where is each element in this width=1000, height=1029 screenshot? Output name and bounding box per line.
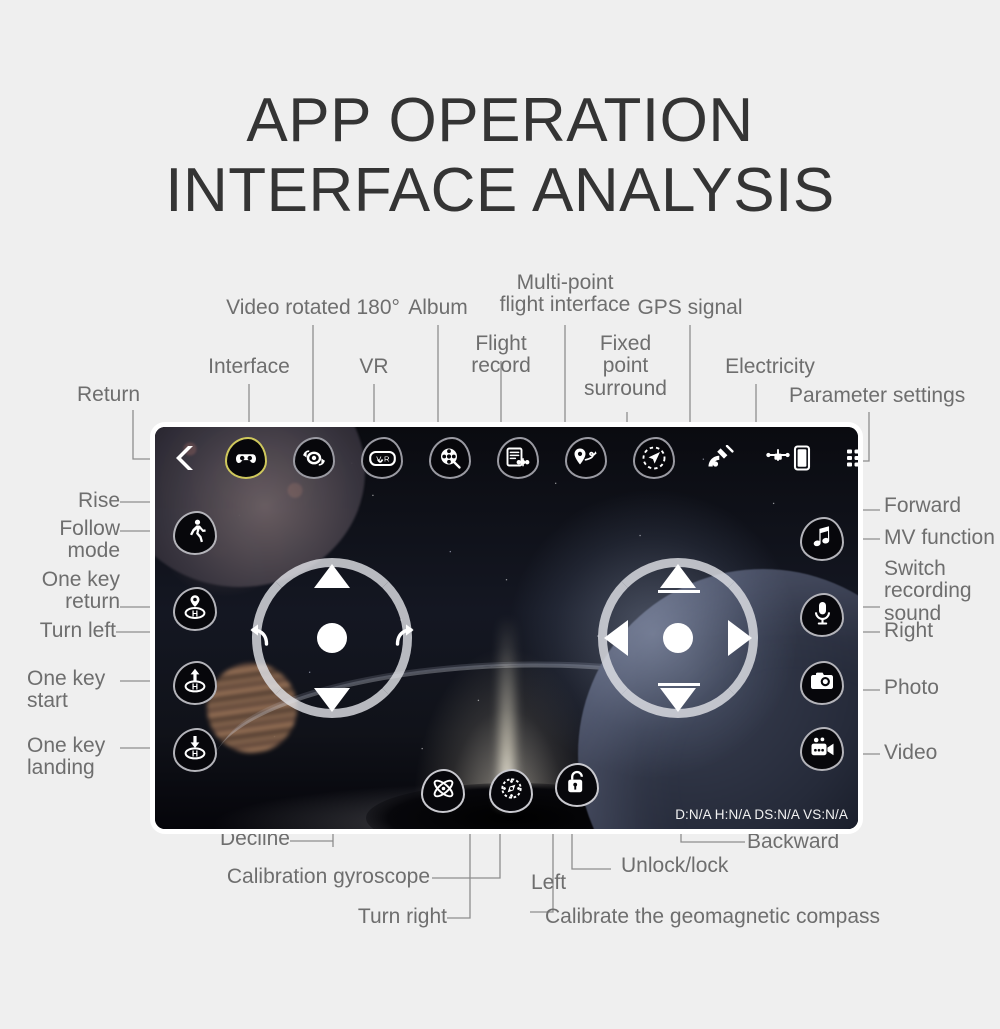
right-joystick[interactable] [598, 558, 758, 718]
label-right: Right [884, 619, 934, 642]
gamepad-icon [225, 437, 267, 479]
waypoint-path-icon [565, 437, 607, 479]
svg-text:H: H [192, 608, 198, 618]
label-parameter-settings: Parameter settings [789, 384, 966, 407]
takeoff-home-icon: H [184, 668, 206, 698]
backward-overline [658, 683, 700, 686]
microphone-icon [813, 601, 832, 630]
svg-text:H: H [192, 682, 198, 692]
button-follow-mode[interactable] [173, 511, 217, 555]
camera-icon [810, 671, 834, 696]
label-turn-right: Turn right [357, 905, 447, 928]
label-electricity: Electricity [725, 355, 815, 378]
poster-root: APP OPERATION INTERFACE ANALYSIS Return … [0, 0, 1000, 1029]
label-one-key-return: One key return [41, 568, 120, 614]
list-settings-icon [841, 439, 858, 477]
label-rise: Rise [77, 489, 120, 512]
label-geomagnetic-compass: Calibrate the geomagnetic compass [545, 905, 881, 928]
svg-text:R: R [384, 454, 390, 463]
turn-left-button[interactable] [240, 619, 274, 653]
vr-goggles-icon: V R [361, 437, 403, 479]
toolbar-item-vr[interactable]: V R [361, 437, 403, 479]
orbit-surround-icon [633, 437, 675, 479]
toolbar-item-parameters[interactable] [841, 439, 858, 477]
label-interface: Interface [208, 355, 290, 378]
label-flight-record: Flight record [471, 332, 531, 378]
film-search-icon [429, 437, 471, 479]
button-unlock-lock[interactable] [555, 763, 599, 807]
label-fixed-point: Fixed point surround [584, 332, 667, 400]
compass-icon [499, 776, 524, 806]
label-left: Left [531, 871, 567, 894]
drone-battery-icon [763, 439, 819, 477]
label-mv-function: MV function [884, 526, 995, 549]
turn-right-button[interactable] [390, 619, 424, 653]
label-one-key-landing: One key landing [27, 734, 106, 780]
label-follow-mode: Follow mode [59, 517, 120, 563]
button-photo[interactable] [800, 661, 844, 705]
toolbar-item-gps-signal[interactable] [701, 439, 739, 477]
button-switch-recording[interactable] [800, 593, 844, 637]
toolbar-item-multi-point[interactable] [565, 437, 607, 479]
app-toolbar: V R [155, 427, 858, 489]
video-camera-icon [810, 737, 835, 762]
flight-record-icon [497, 437, 539, 479]
toolbar-item-fixed-point[interactable] [633, 437, 675, 479]
button-one-key-landing[interactable]: H [173, 728, 217, 772]
walking-person-icon [185, 519, 206, 548]
button-one-key-return[interactable]: H [173, 587, 217, 631]
page-title: APP OPERATION INTERFACE ANALYSIS [165, 86, 835, 226]
satellite-icon [701, 439, 739, 477]
telemetry-readout: D:N/A H:N/A DS:N/A VS:N/A [675, 807, 848, 822]
toolbar-item-interface[interactable] [225, 437, 267, 479]
right-button[interactable] [728, 620, 752, 656]
return-home-icon: H [184, 594, 206, 624]
toolbar-item-electricity[interactable] [763, 439, 819, 477]
button-mv-function[interactable] [800, 517, 844, 561]
forward-button[interactable] [660, 564, 696, 588]
label-decline: Decline [219, 827, 290, 850]
backward-button[interactable] [660, 688, 696, 712]
toolbar-item-album[interactable] [429, 437, 471, 479]
label-backward: Backward [747, 830, 840, 853]
music-note-icon [812, 525, 832, 554]
label-turn-left: Turn left [39, 619, 116, 642]
label-gps-signal: GPS signal [637, 296, 743, 319]
padlock-open-icon [566, 770, 588, 800]
video-rotate-180-icon [293, 437, 335, 479]
svg-text:H: H [192, 749, 198, 759]
decline-button[interactable] [314, 688, 350, 712]
forward-underline [658, 590, 700, 593]
label-video: Video [884, 741, 938, 764]
label-one-key-start: One key start [27, 667, 106, 713]
left-joystick[interactable] [250, 558, 414, 718]
label-return: Return [76, 383, 140, 406]
toolbar-item-video-rotate[interactable] [293, 437, 335, 479]
left-button[interactable] [604, 620, 628, 656]
landing-home-icon: H [184, 735, 206, 765]
chevron-left-icon [167, 439, 205, 477]
label-photo: Photo [884, 676, 939, 699]
label-calibration-gyroscope: Calibration gyroscope [226, 865, 430, 888]
toolbar-item-flight-record[interactable] [497, 437, 539, 479]
button-video[interactable] [800, 727, 844, 771]
label-forward: Forward [884, 494, 962, 517]
left-joystick-knob[interactable] [317, 623, 347, 653]
button-one-key-start[interactable]: H [173, 661, 217, 705]
app-interface-panel: V R H H H D:N/A H:N/A DS:N/A VS:N/A [155, 427, 858, 829]
right-joystick-knob[interactable] [663, 623, 693, 653]
label-switch-recording: Switch recording sound [884, 557, 972, 625]
button-geomagnetic-compass[interactable] [489, 769, 533, 813]
label-vr: VR [359, 355, 389, 378]
toolbar-item-return[interactable] [167, 439, 205, 477]
gyroscope-icon [431, 776, 456, 806]
label-unlock-lock: Unlock/lock [621, 854, 729, 877]
rise-button[interactable] [314, 564, 350, 588]
button-calibration-gyroscope[interactable] [421, 769, 465, 813]
